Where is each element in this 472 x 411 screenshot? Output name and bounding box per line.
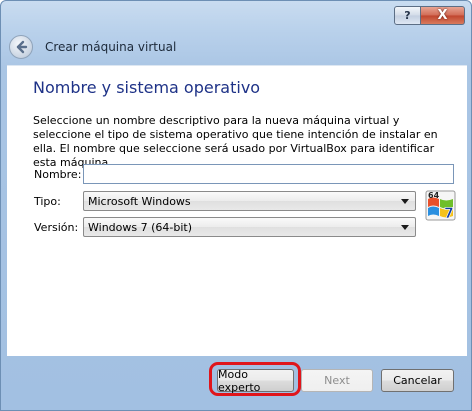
chevron-down-icon — [401, 198, 409, 204]
cancel-button[interactable]: Cancelar — [381, 369, 454, 392]
wizard-footer: Modo experto Next Cancelar — [7, 358, 467, 404]
wizard-title: Crear máquina virtual — [45, 40, 177, 54]
type-select-value: Microsoft Windows — [88, 194, 191, 208]
version-label: Versión: — [34, 220, 79, 234]
os-icon-number: 7 — [444, 206, 454, 222]
page-description: Seleccione un nombre descriptivo para la… — [33, 114, 438, 169]
type-select[interactable]: Microsoft Windows — [83, 191, 416, 211]
type-label: Tipo: — [34, 194, 61, 208]
page-title: Nombre y sistema operativo — [33, 78, 261, 97]
back-arrow-icon — [16, 40, 28, 54]
type-row: Tipo: Microsoft Windows — [34, 191, 416, 211]
windows-7-64-icon: 64 7 — [425, 190, 456, 222]
next-button[interactable]: Next — [301, 369, 373, 392]
version-select-value: Windows 7 (64-bit) — [88, 220, 192, 234]
wizard-window: ? X Crear máquina virtual Nombre y siste… — [0, 0, 472, 411]
name-field[interactable] — [83, 164, 454, 184]
titlebar-buttons: ? X — [394, 6, 465, 25]
wizard-header: Crear máquina virtual — [7, 32, 467, 62]
os-icon-badge: 64 — [428, 191, 440, 200]
expert-mode-button[interactable]: Modo experto — [217, 368, 294, 394]
version-select[interactable]: Windows 7 (64-bit) — [83, 217, 416, 237]
chevron-down-icon — [401, 224, 409, 230]
name-row: Nombre: — [34, 164, 454, 184]
back-button[interactable] — [9, 35, 33, 59]
wizard-content: Nombre y sistema operativo Seleccione un… — [7, 65, 467, 356]
version-row: Versión: Windows 7 (64-bit) — [34, 217, 416, 237]
name-label: Nombre: — [34, 167, 82, 181]
help-button[interactable]: ? — [394, 6, 421, 25]
close-button[interactable]: X — [421, 6, 465, 25]
